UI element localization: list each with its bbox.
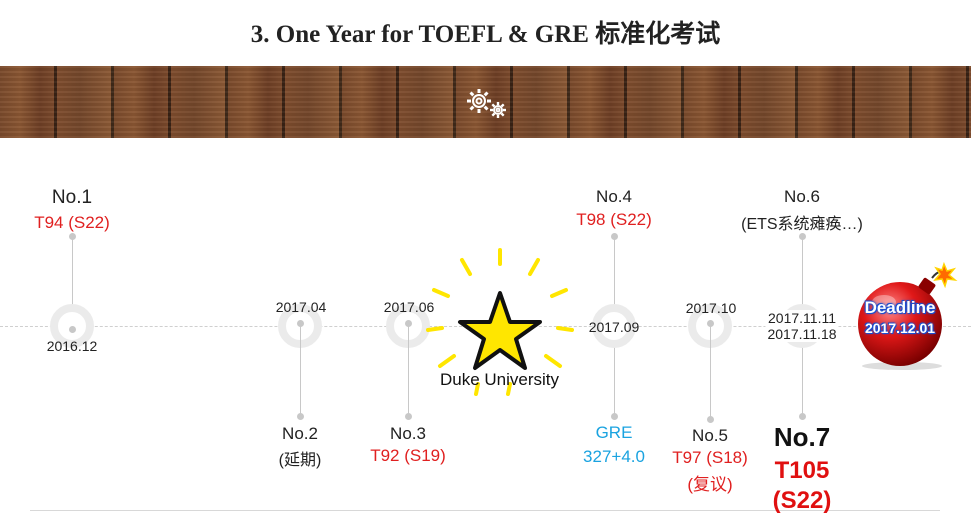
gears-icon bbox=[467, 89, 506, 118]
node-dot-3 bbox=[405, 320, 412, 327]
milestone-7-label: No.7 bbox=[773, 422, 831, 452]
milestone-5-note: (复议) bbox=[687, 475, 733, 494]
gre-label: GRE bbox=[595, 423, 633, 442]
milestone-2-note: (延期) bbox=[278, 452, 322, 469]
milestone-4-score: T98 (S22) bbox=[576, 210, 652, 229]
milestone-3-label: No.3 bbox=[390, 424, 426, 443]
milestone-7-score: T105 bbox=[774, 457, 830, 484]
gre-score: 327+4.0 bbox=[583, 447, 645, 466]
duke-university-label: Duke University bbox=[440, 370, 560, 389]
stem-3 bbox=[408, 322, 409, 418]
stem-dot-gre bbox=[611, 413, 618, 420]
milestone-2-label: No.2 bbox=[282, 424, 318, 443]
milestone-2-date: 2017.04 bbox=[275, 299, 327, 315]
milestone-4-date: 2017.09 bbox=[588, 319, 640, 335]
node-dot-2 bbox=[297, 320, 304, 327]
stem-2 bbox=[300, 322, 301, 418]
stem-dot-5 bbox=[707, 416, 714, 423]
deadline-label: Deadline bbox=[864, 298, 936, 317]
milestone-5-date: 2017.10 bbox=[685, 300, 737, 316]
stem-dot-1 bbox=[69, 233, 76, 240]
stem-dot-7 bbox=[799, 413, 806, 420]
page-title: 3. One Year for TOEFL & GRE 标准化考试 bbox=[250, 21, 721, 48]
stem-dot-2 bbox=[297, 413, 304, 420]
milestone-7-speaking: (S22) bbox=[772, 487, 832, 514]
node-dot-1 bbox=[69, 326, 76, 333]
milestone-3-score: T92 (S19) bbox=[370, 446, 446, 465]
node-dot-5 bbox=[707, 320, 714, 327]
milestone-6-note: (ETS系统瘫痪…) bbox=[741, 216, 863, 233]
milestone-4-label: No.4 bbox=[596, 187, 632, 206]
milestone-1-label: No.1 bbox=[51, 187, 93, 208]
milestone-5-label: No.5 bbox=[692, 426, 728, 445]
milestone-1-date: 2016.12 bbox=[46, 338, 98, 354]
milestone-7-date: 2017.11.18 bbox=[765, 326, 839, 342]
milestone-5-score: T97 (S18) bbox=[672, 448, 748, 467]
deadline-date: 2017.12.01 bbox=[864, 320, 936, 336]
stem-dot-3 bbox=[405, 413, 412, 420]
stem-5 bbox=[710, 322, 711, 420]
milestone-1-score: T94 (S22) bbox=[34, 213, 110, 232]
milestone-6-date: 2017.11.11 bbox=[766, 310, 838, 326]
milestone-6-label: No.6 bbox=[784, 187, 820, 206]
